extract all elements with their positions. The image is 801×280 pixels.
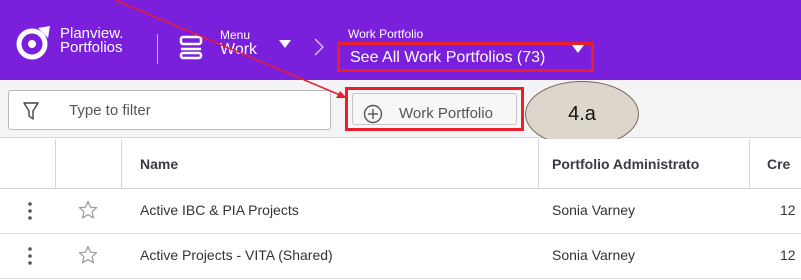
annotation-callout: 4.a bbox=[525, 81, 639, 147]
add-button-label: Work Portfolio bbox=[399, 105, 493, 122]
column-separator bbox=[121, 139, 122, 189]
column-separator bbox=[749, 139, 750, 189]
cell-name[interactable]: Active IBC & PIA Projects bbox=[140, 202, 299, 218]
kebab-menu-icon[interactable] bbox=[27, 246, 33, 266]
filter-box[interactable] bbox=[8, 90, 331, 130]
plus-circle-icon bbox=[363, 104, 383, 124]
portfolio-selected-label: See All Work Portfolios (73) bbox=[350, 49, 546, 66]
callout-label: 4.a bbox=[568, 103, 596, 125]
table-row[interactable]: Active Projects - VITA (Shared) Sonia Va… bbox=[0, 234, 801, 279]
add-work-portfolio-button[interactable]: Work Portfolio bbox=[345, 87, 524, 131]
star-icon[interactable] bbox=[78, 200, 98, 220]
cell-admin: Sonia Varney bbox=[552, 202, 636, 218]
header-divider bbox=[157, 34, 158, 64]
add-button-frame: Work Portfolio bbox=[352, 93, 517, 125]
chevron-down-icon[interactable] bbox=[279, 40, 291, 48]
column-separator bbox=[55, 139, 56, 189]
portfolio-small-label: Work Portfolio bbox=[348, 27, 424, 41]
menu-small-label: Menu bbox=[220, 28, 251, 42]
filter-icon[interactable] bbox=[23, 101, 39, 121]
column-separator bbox=[538, 139, 539, 189]
filter-input[interactable] bbox=[69, 99, 319, 121]
table-row[interactable]: Active IBC & PIA Projects Sonia Varney 1… bbox=[0, 189, 801, 234]
menu-main-label: Work bbox=[220, 41, 258, 58]
planview-logo-icon[interactable] bbox=[14, 24, 54, 60]
star-icon[interactable] bbox=[78, 245, 98, 265]
work-portfolio-selector[interactable]: See All Work Portfolios (73) bbox=[337, 42, 594, 72]
brand-line-2: Portfolios bbox=[60, 39, 123, 56]
chevron-right-icon bbox=[314, 38, 324, 56]
toolbar: Work Portfolio bbox=[0, 80, 801, 138]
chevron-down-icon[interactable] bbox=[572, 45, 584, 53]
column-header-admin[interactable]: Portfolio Administrato bbox=[552, 156, 699, 172]
cell-admin: Sonia Varney bbox=[552, 247, 636, 263]
app-header: Planview. Portfolios Menu Work Work Port… bbox=[0, 0, 801, 80]
menu-dropdown[interactable]: Menu Work bbox=[220, 29, 257, 59]
table-header: Name Portfolio Administrato Cre bbox=[0, 139, 801, 189]
column-header-created[interactable]: Cre bbox=[767, 156, 790, 172]
menu-icon[interactable] bbox=[176, 32, 206, 62]
kebab-menu-icon[interactable] bbox=[27, 201, 33, 221]
work-portfolio-table: Name Portfolio Administrato Cre Active I… bbox=[0, 139, 801, 280]
cell-created: 12 bbox=[780, 247, 796, 263]
brand-name[interactable]: Planview. Portfolios bbox=[60, 26, 123, 56]
cell-name[interactable]: Active Projects - VITA (Shared) bbox=[140, 247, 333, 263]
column-header-name[interactable]: Name bbox=[140, 156, 178, 172]
cell-created: 12 bbox=[780, 202, 796, 218]
